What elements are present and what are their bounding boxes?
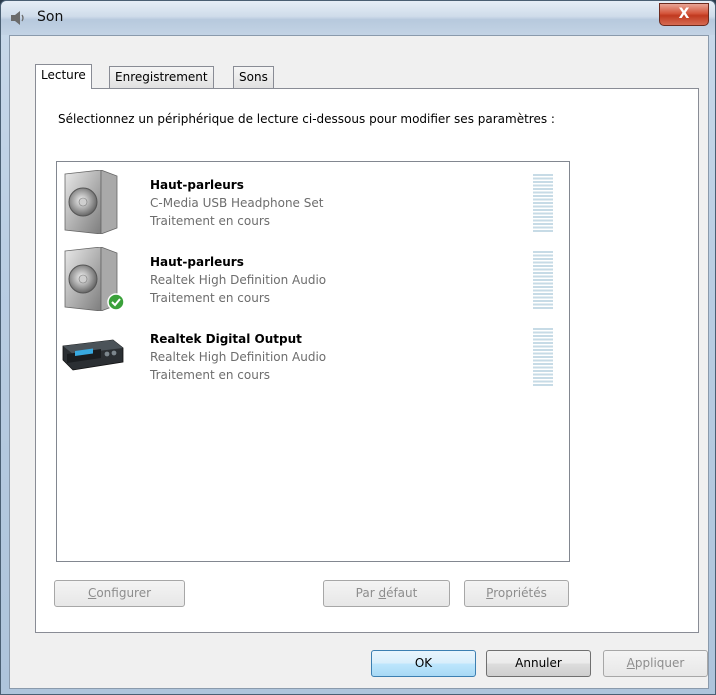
apply-button[interactable]: Appliquer	[603, 650, 708, 677]
device-name: Haut-parleurs	[150, 178, 244, 192]
volume-meter-icon	[533, 174, 553, 232]
ok-button[interactable]: OK	[371, 650, 476, 677]
device-item[interactable]: Realtek Digital Output Realtek High Defi…	[57, 318, 567, 394]
properties-label-rest: ropriétés	[493, 586, 547, 600]
close-button[interactable]: X	[659, 3, 709, 26]
cancel-button[interactable]: Annuler	[486, 650, 591, 677]
window-title: Son	[37, 9, 64, 25]
device-driver: Realtek High Definition Audio	[150, 273, 327, 287]
volume-meter-icon	[533, 251, 553, 309]
device-driver: Realtek High Definition Audio	[150, 350, 327, 364]
instruction-text: Sélectionnez un périphérique de lecture …	[58, 112, 555, 126]
properties-button[interactable]: Propriétés	[464, 580, 569, 607]
device-name: Haut-parleurs	[150, 255, 244, 269]
default-accelerator: d	[378, 586, 387, 600]
device-status: Traitement en cours	[150, 291, 271, 305]
speaker-small-icon	[11, 11, 24, 25]
tab-sons[interactable]: Sons	[233, 66, 274, 88]
default-label-rest: éfaut	[386, 586, 418, 600]
configure-label-rest: onfigurer	[96, 586, 152, 600]
speaker-icon	[64, 170, 118, 234]
default-label-prefix: Par	[355, 586, 379, 600]
default-device-check-icon	[107, 293, 125, 311]
playback-device-list[interactable]: Haut-parleurs C-Media USB Headphone Set …	[56, 161, 570, 562]
device-item[interactable]: Haut-parleurs Realtek High Definition Au…	[57, 241, 567, 317]
tab-lecture[interactable]: Lecture	[35, 64, 92, 89]
device-item[interactable]: Haut-parleurs C-Media USB Headphone Set …	[57, 164, 567, 240]
device-status: Traitement en cours	[150, 368, 271, 382]
digital-output-icon	[62, 339, 124, 371]
device-status: Traitement en cours	[150, 214, 271, 228]
configure-button[interactable]: Configurer	[54, 580, 185, 607]
apply-label-rest: ppliquer	[634, 656, 685, 670]
device-driver: C-Media USB Headphone Set	[150, 196, 324, 210]
title-bar[interactable]: Son X	[1, 1, 715, 35]
apply-accelerator: A	[626, 656, 635, 670]
volume-meter-icon	[533, 328, 553, 386]
sound-dialog-window: Son X Lecture Enregistrement Sons Sélect…	[0, 0, 716, 695]
set-default-button[interactable]: Par défaut	[323, 580, 450, 607]
tab-enregistrement[interactable]: Enregistrement	[109, 66, 214, 88]
device-name: Realtek Digital Output	[150, 332, 302, 346]
